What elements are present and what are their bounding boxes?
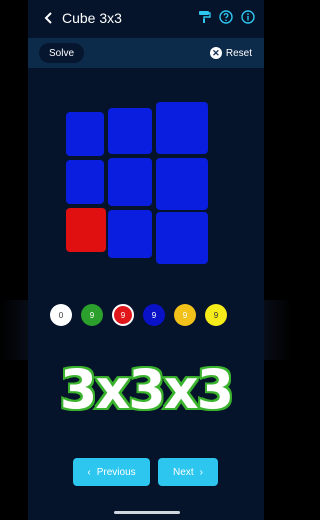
- color-swatch[interactable]: 9: [174, 304, 196, 326]
- reset-button[interactable]: ✕ Reset: [209, 44, 252, 62]
- cube-sticker[interactable]: [108, 158, 152, 206]
- color-swatch[interactable]: 9: [143, 304, 165, 326]
- color-swatch[interactable]: 9: [205, 304, 227, 326]
- color-swatch[interactable]: 0: [50, 304, 72, 326]
- swatch-count: 9: [120, 310, 126, 320]
- side-glow-left: [0, 300, 28, 360]
- side-glow-right: [264, 300, 292, 360]
- swatch-count: 9: [89, 310, 95, 320]
- close-circle-icon: ✕: [209, 47, 222, 59]
- swatch-count: 9: [151, 310, 157, 320]
- toolbar: Solve ✕ Reset: [28, 38, 264, 68]
- cube-sticker[interactable]: [108, 210, 152, 258]
- help-icon[interactable]: [218, 9, 234, 25]
- swatch-count: 0: [58, 310, 64, 320]
- chevron-left-icon: ‹: [87, 466, 91, 478]
- app-bar-actions: [196, 9, 256, 25]
- info-icon[interactable]: [240, 9, 256, 25]
- color-palette: 0 9 9 9 9 9: [50, 304, 264, 328]
- cube-sticker[interactable]: [156, 212, 208, 264]
- cube-sticker[interactable]: [66, 160, 104, 204]
- previous-label: Previous: [96, 466, 136, 478]
- solve-button[interactable]: Solve: [39, 43, 85, 63]
- page-title: Cube 3x3: [62, 10, 122, 26]
- chevron-right-icon: ›: [199, 466, 203, 478]
- previous-button[interactable]: ‹ Previous: [73, 458, 150, 486]
- next-label: Next: [173, 466, 194, 478]
- cube-sticker[interactable]: [66, 208, 106, 252]
- paint-roller-icon[interactable]: [196, 9, 212, 25]
- cube-sticker[interactable]: [156, 102, 208, 154]
- cube-face: [28, 70, 264, 290]
- next-button[interactable]: Next ›: [158, 458, 218, 486]
- cube-sticker[interactable]: [108, 108, 152, 154]
- brand-title: 3x3x3: [58, 356, 236, 423]
- color-swatch[interactable]: 9: [112, 304, 134, 326]
- home-indicator: [114, 511, 180, 514]
- reset-label: Reset: [225, 47, 252, 59]
- back-arrow-icon[interactable]: [38, 7, 60, 29]
- cube-sticker[interactable]: [66, 112, 104, 156]
- color-swatch[interactable]: 9: [81, 304, 103, 326]
- app-screen: Cube 3x3 Solve ✕ Reset 0 9 9 9 9 9 3x3x3…: [28, 0, 264, 520]
- swatch-count: 9: [213, 310, 219, 320]
- app-bar: Cube 3x3: [28, 0, 264, 36]
- cube-sticker[interactable]: [156, 158, 208, 210]
- swatch-count: 9: [182, 310, 188, 320]
